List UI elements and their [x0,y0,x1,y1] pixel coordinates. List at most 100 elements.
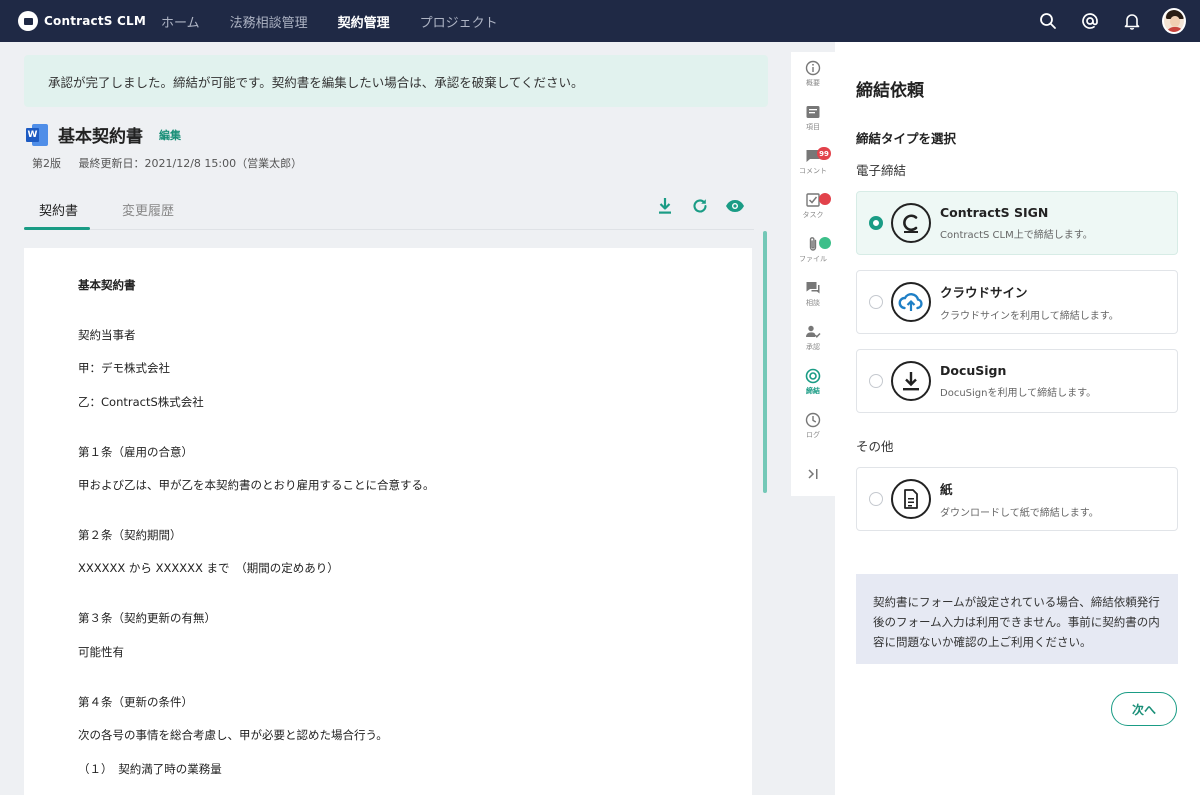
doc-line: 基本契約書 [78,278,136,292]
rail-item-files[interactable]: ファイル [791,228,835,272]
radio-paper[interactable] [869,492,883,506]
radio-contracts-sign[interactable] [869,216,883,230]
nav-item-home[interactable]: ホーム [161,12,200,31]
option-name: クラウドサイン [940,285,1028,300]
other-group-label: その他 [856,439,894,454]
doc-line: 契約当事者 [78,328,136,342]
doc-line: 甲：デモ株式会社 [78,361,170,375]
refresh-icon[interactable] [688,194,712,218]
consult-icon [806,282,820,294]
doc-line: 甲および乙は、甲が乙を本契約書のとおり雇用することに合意する。 [78,478,435,492]
option-desc: クラウドサインを利用して締結します。 [940,311,1119,322]
rail-item-overview[interactable]: 概要 [791,52,835,96]
rail-label: ファイル [799,255,827,263]
nav-item-contract-management[interactable]: 契約管理 [338,12,390,31]
brand-logo-icon [18,11,38,31]
document-title: 基本契約書 [58,127,143,147]
doc-line: 可能性有 [78,645,124,659]
rail-label: コメント [799,167,827,175]
list-icon [806,106,820,118]
approval-complete-alert: 承認が完了しました。締結が可能です。契約書を編集したい場合は、承認を破棄してくだ… [24,55,768,107]
contracts-sign-logo-icon [891,203,931,243]
option-name: ContractS SIGN [940,205,1049,220]
radio-cloudsign[interactable] [869,295,883,309]
doc-line: 乙：ContractS株式会社 [78,395,204,409]
doc-line: 第４条（更新の条件） [78,695,193,709]
rail-collapse-button[interactable] [791,452,835,496]
collapse-icon [808,469,818,479]
rail-label: 概要 [806,79,820,87]
rail-label: ログ [806,431,820,439]
rail-item-tasks[interactable]: タスク [791,184,835,228]
nav-icons [1018,0,1186,42]
nav-item-legal-consultation[interactable]: 法務相談管理 [230,12,308,31]
document-header: W 基本契約書 編集 [26,122,181,147]
document-preview: 基本契約書 契約当事者 甲：デモ株式会社 乙：ContractS株式会社 第１条… [24,248,752,795]
approval-icon [806,325,821,338]
next-button[interactable]: 次へ [1111,692,1177,726]
rail-item-fields[interactable]: 項目 [791,96,835,140]
top-nav: ContractS CLM ホーム 法務相談管理 契約管理 プロジェクト [0,0,1200,42]
document-meta: 第2版 最終更新日：2021/12/8 15:00（営業太郎） [32,155,316,171]
option-docusign[interactable]: DocuSign DocuSignを利用して締結します。 [856,349,1178,413]
nav-menu: ホーム 法務相談管理 契約管理 プロジェクト [161,12,528,31]
nav-item-project[interactable]: プロジェクト [420,12,498,31]
document-version: 第2版 [32,157,61,170]
document-tabs: 契約書 変更履歴 [24,188,754,230]
doc-line: 次の各号の事情を総合考慮し、甲が必要と認めた場合行う。 [78,728,388,742]
rail-item-log[interactable]: ログ [791,404,835,448]
word-file-icon: W [26,123,48,146]
panel-title: 締結依頼 [856,81,924,101]
rail-item-consultation[interactable]: 相談 [791,272,835,316]
option-desc: DocuSignを利用して締結します。 [940,388,1097,399]
doc-line: 第３条（契約更新の有無） [78,611,216,625]
radio-docusign[interactable] [869,374,883,388]
rail-label: タスク [802,211,824,219]
info-icon [805,60,821,76]
doc-line: 第１条（雇用の合意） [78,445,193,459]
option-paper[interactable]: 紙 ダウンロードして紙で締結します。 [856,467,1178,531]
rail-item-approval[interactable]: 承認 [791,316,835,360]
rail-item-conclusion[interactable]: 締結 [791,360,835,404]
edit-title-link[interactable]: 編集 [159,127,181,143]
clock-icon [805,412,821,428]
conclusion-type-heading: 締結タイプを選択 [856,131,957,146]
conclusion-request-panel: 締結依頼 締結タイプを選択 電子締結 ContractS SIGN Contra… [835,42,1200,795]
paper-document-icon [891,479,931,519]
comment-count-badge: 99 [817,147,831,160]
document-scrollbar[interactable] [763,231,767,493]
brand[interactable]: ContractS CLM [18,11,158,31]
cloudsign-logo-icon [891,282,931,322]
mention-icon[interactable] [1078,9,1102,33]
rail-item-comments[interactable]: コメント 99 [791,140,835,184]
doc-line: 第２条（契約期間） [78,528,182,542]
tab-active-underline [24,227,90,230]
rail-label: 承認 [806,343,820,351]
document-updated: 最終更新日：2021/12/8 15:00（営業太郎） [78,157,303,170]
rail-label: 項目 [806,123,820,131]
bell-icon[interactable] [1120,9,1144,33]
tab-contract[interactable]: 契約書 [39,188,78,230]
download-icon[interactable] [653,194,677,218]
option-cloudsign[interactable]: クラウドサイン クラウドサインを利用して締結します。 [856,270,1178,334]
option-desc: ダウンロードして紙で締結します。 [940,508,1099,519]
brand-name: ContractS CLM [44,14,147,28]
option-name: 紙 [940,482,953,497]
task-status-dot [819,193,831,205]
tab-change-history[interactable]: 変更履歴 [122,188,174,230]
side-rail: 概要 項目 コメント 99 タスク ファイル 相談 承認 締結 ログ [791,52,835,496]
file-status-dot [819,237,831,249]
preview-eye-icon[interactable] [723,194,747,218]
doc-line: （１） 契約満了時の業務量 [78,762,222,776]
conclude-icon [805,368,821,384]
electronic-group-label: 電子締結 [856,163,907,178]
search-icon[interactable] [1036,9,1060,33]
alert-text: 承認が完了しました。締結が可能です。契約書を編集したい場合は、承認を破棄してくだ… [48,74,584,90]
rail-label: 締結 [806,387,820,395]
doc-line: XXXXXX から XXXXXX まで （期間の定めあり） [78,561,339,575]
user-avatar[interactable] [1162,8,1186,34]
option-name: DocuSign [940,363,1007,378]
rail-label: 相談 [806,299,820,307]
option-contracts-sign[interactable]: ContractS SIGN ContractS CLM上で締結します。 [856,191,1178,255]
form-warning-note: 契約書にフォームが設定されている場合、締結依頼発行後のフォーム入力は利用できませ… [856,574,1178,664]
